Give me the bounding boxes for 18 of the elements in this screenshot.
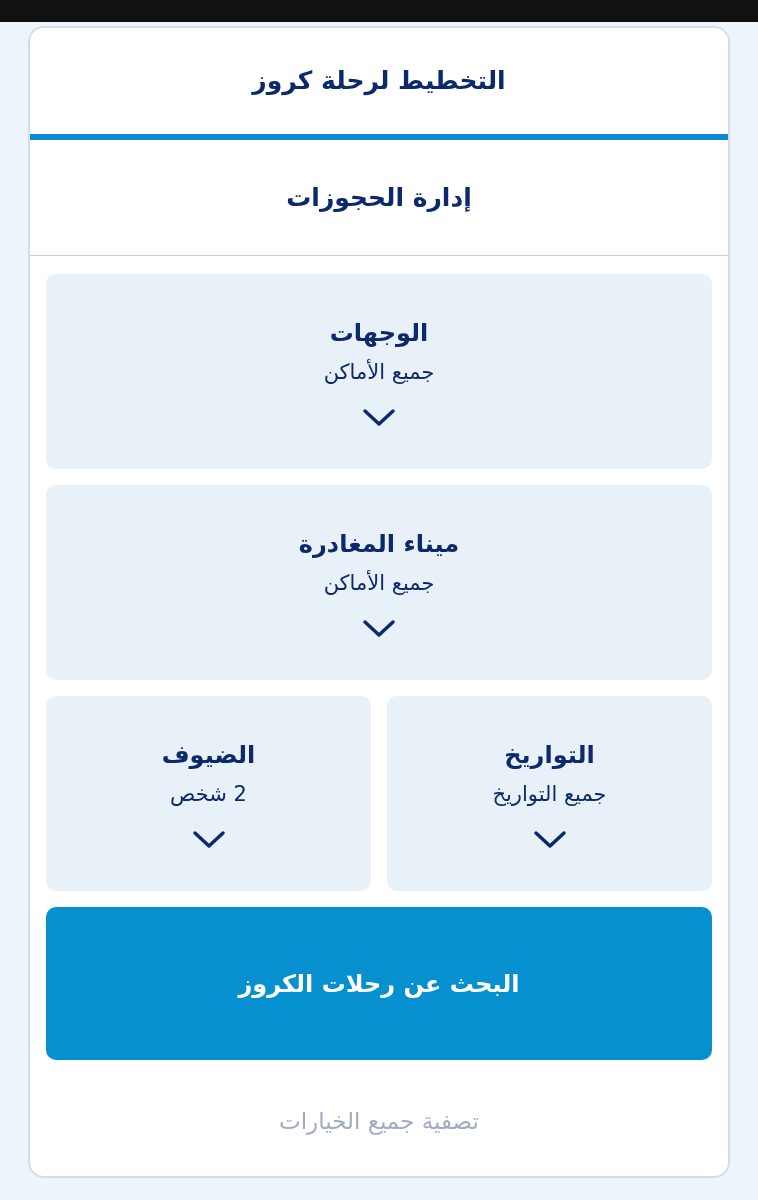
chevron-down-icon — [362, 408, 396, 429]
tab[interactable]: التخطيط لرحلة كروز — [30, 28, 728, 140]
filter-value: 2 شخص — [170, 780, 247, 808]
chevron-down-icon — [191, 830, 226, 851]
filter-dropdown[interactable]: الوجهات جميع الأماكن — [46, 274, 712, 469]
search-button[interactable]: البحث عن رحلات الكروز — [46, 907, 712, 1060]
filter-dropdown[interactable]: التواريخ جميع التواريخ — [387, 696, 712, 891]
filter-label: الضيوف — [161, 739, 256, 771]
filter-label: ميناء المغادرة — [298, 528, 460, 560]
chevron-down-icon — [532, 830, 567, 851]
filter-value: جميع الأماكن — [323, 358, 435, 386]
filter-value: جميع الأماكن — [323, 569, 435, 597]
filter-dropdown[interactable]: الضيوف 2 شخص — [46, 696, 371, 891]
chevron-down-icon — [362, 619, 396, 640]
filter-label: الوجهات — [329, 317, 429, 349]
filter-dropdown[interactable]: ميناء المغادرة جميع الأماكن — [46, 485, 712, 680]
filter-value: جميع التواريخ — [492, 780, 607, 808]
filter-label: التواريخ — [504, 739, 595, 771]
